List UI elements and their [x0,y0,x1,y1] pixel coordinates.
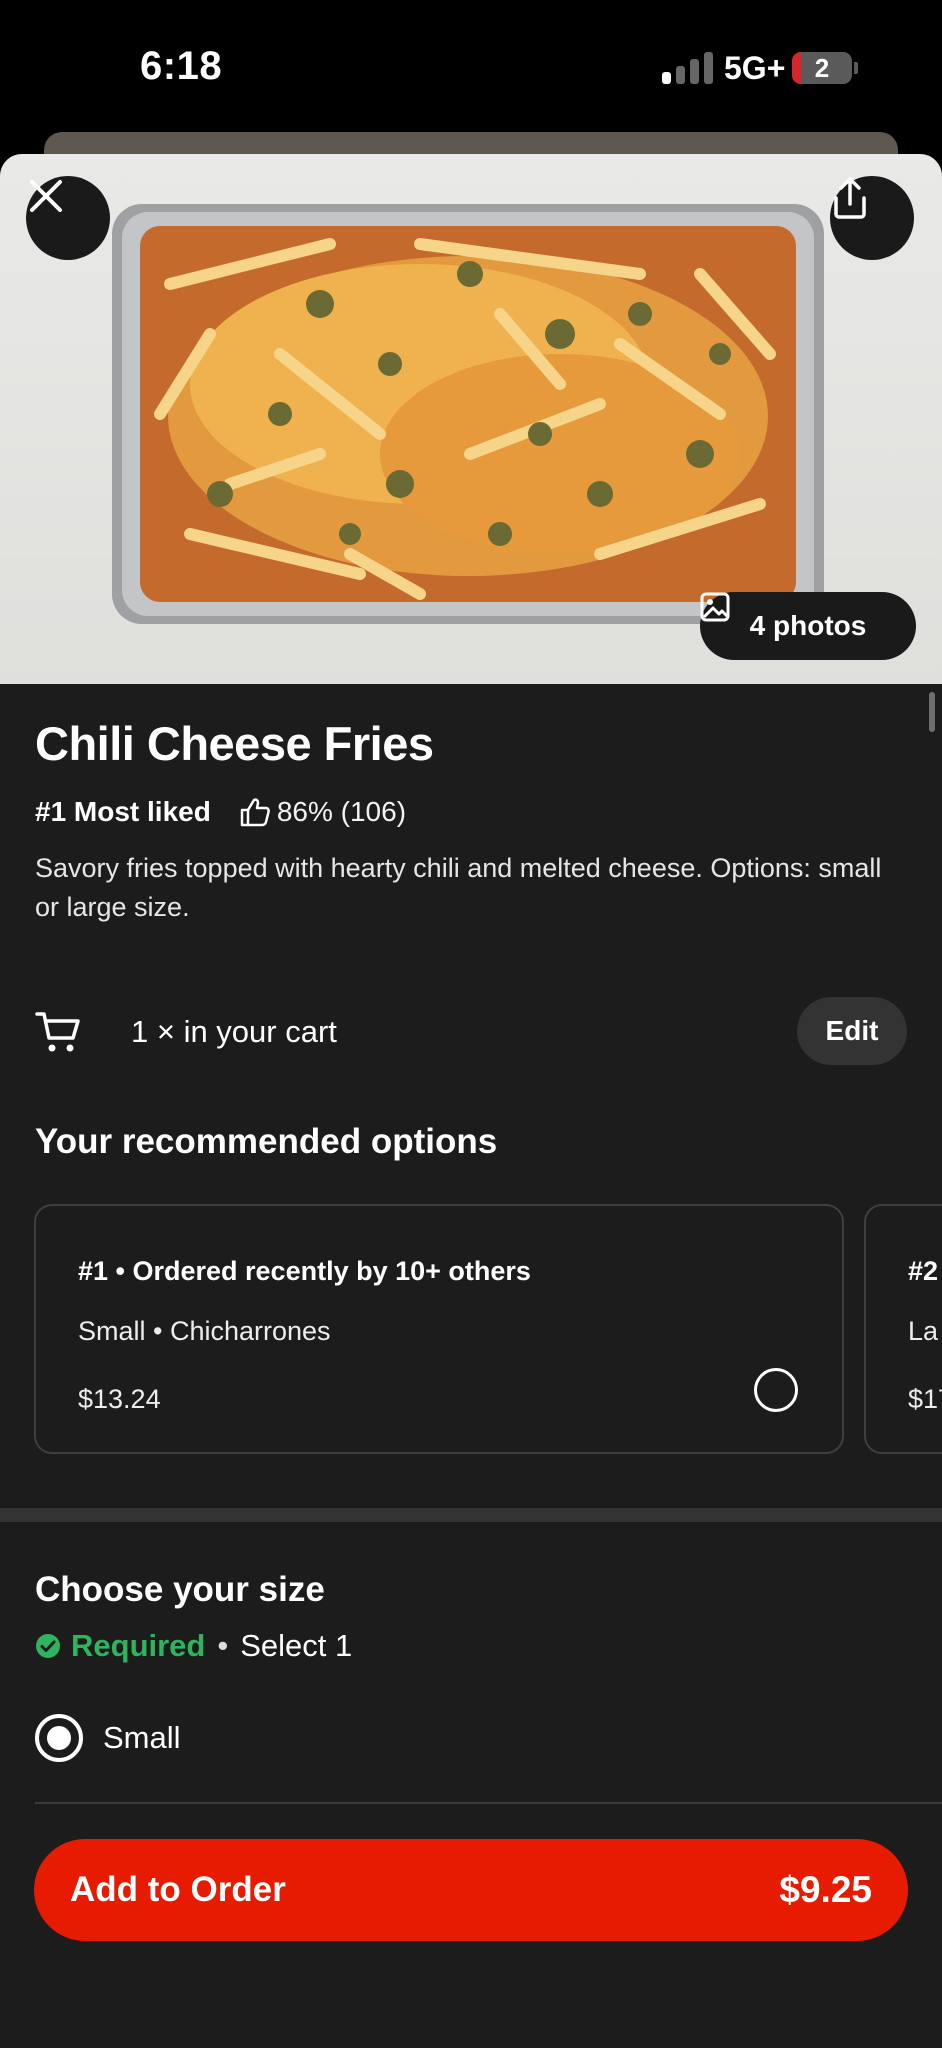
order-price: $9.25 [779,1869,872,1910]
rating: 86% (106) [239,796,406,828]
share-button[interactable] [830,176,914,260]
separator-dot: • [217,1628,229,1663]
scrollbar[interactable] [929,692,935,732]
check-circle-icon [36,1634,60,1658]
share-icon [834,177,866,219]
section-divider [0,1508,942,1522]
add-to-order-button[interactable]: Add to Order $9.25 [34,1839,908,1941]
photos-count-label: 4 photos [749,610,867,641]
cart-quantity-text: 1 × in your cart [131,1014,337,1049]
option-divider [35,1802,942,1804]
select-hint: Select 1 [240,1628,353,1663]
status-time: 6:18 [140,44,223,88]
signal-icon [662,52,714,84]
required-label: Required [71,1628,206,1663]
option-price: $17 [908,1384,942,1414]
item-title: Chili Cheese Fries [35,717,434,770]
size-option-label: Small [103,1720,181,1755]
rank-badge: #1 Most liked [35,796,211,827]
size-option-small[interactable]: Small [35,1714,181,1762]
option-radio[interactable] [754,1368,798,1412]
cart-icon [35,1012,80,1052]
close-button[interactable] [26,176,110,260]
item-photo[interactable]: 4 photos [0,154,942,684]
item-detail-sheet: 4 photos Chili Cheese Fries #1 Most like… [0,154,942,2048]
battery-icon: 2 [792,52,852,84]
required-row: Required • Select 1 [35,1628,352,1664]
rating-text: 86% (106) [276,796,407,827]
image-icon [700,592,730,622]
option-details: Small • Chicharrones [78,1316,331,1346]
network-label: 5G+ [724,50,786,86]
add-to-order-label: Add to Order [70,1870,286,1909]
battery-level: 2 [814,53,830,83]
option-price: $13.24 [78,1384,161,1414]
recommended-title: Your recommended options [35,1122,498,1161]
cart-row: 1 × in your cart Edit [35,997,907,1067]
recommended-option-card[interactable]: #2 La $17 [864,1204,942,1454]
item-meta: #1 Most liked 86% (106) [35,796,406,828]
item-description: Savory fries topped with hearty chili an… [35,853,882,922]
close-icon [30,180,62,212]
bottom-bar: Add to Order $9.25 [0,1812,942,2048]
size-section-title: Choose your size [35,1570,325,1609]
photos-button[interactable]: 4 photos [700,592,916,660]
recommended-option-card[interactable]: #1 • Ordered recently by 10+ others Smal… [34,1204,844,1454]
option-details: La [908,1316,939,1346]
edit-cart-button[interactable]: Edit [797,997,907,1065]
radio-selected[interactable] [35,1714,83,1762]
battery-nub [854,62,858,74]
status-bar: 6:18 5G+ 2 [0,0,942,140]
option-heading: #2 [908,1256,939,1286]
option-heading: #1 • Ordered recently by 10+ others [78,1256,531,1286]
thumbs-up-icon [240,798,270,827]
